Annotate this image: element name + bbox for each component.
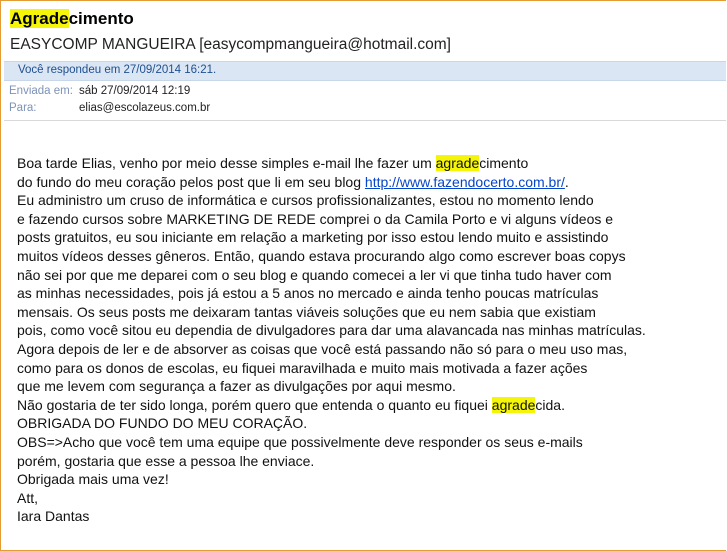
body-line: muitos vídeos desses gêneros. Então, qua…: [17, 247, 626, 264]
sender[interactable]: EASYCOMP MANGUEIRA [easycompmangueira@ho…: [10, 36, 451, 54]
info-bar-text: Você respondeu em 27/09/2014 16:21.: [18, 64, 217, 76]
header-divider: [4, 120, 726, 121]
body-line: do fundo do meu coração pelos post que l…: [17, 173, 569, 190]
body-line: porém, gostaria que esse a pessoa lhe en…: [17, 452, 315, 469]
to-recipient[interactable]: elias@escolazeus.com.br: [79, 102, 210, 114]
search-highlight: agrade: [435, 155, 480, 171]
sent-value: sáb 27/09/2014 12:19: [79, 85, 191, 97]
body-line: mensais. Os seus posts me deixaram tanta…: [17, 303, 596, 320]
body-line: pois, como você sitou eu dependia de div…: [17, 322, 646, 339]
body-line: não sei por que me deparei com o seu blo…: [17, 266, 612, 283]
body-line: as minhas necessidades, pois já estou a …: [17, 285, 599, 302]
body-line: posts gratuitos, eu sou iniciante em rel…: [17, 229, 609, 246]
body-line: como para os donos de escolas, eu fiquei…: [17, 359, 588, 376]
info-bar[interactable]: Você respondeu em 27/09/2014 16:21.: [4, 61, 726, 81]
blog-link[interactable]: http://www.fazendocerto.com.br/: [365, 174, 565, 190]
body-line: e fazendo cursos sobre MARKETING DE REDE…: [17, 210, 614, 227]
body-line: Boa tarde Elias, venho por meio desse si…: [17, 155, 529, 171]
search-highlight: agrade: [491, 396, 536, 413]
body-line: OBRIGADA DO FUNDO DO MEU CORAÇÃO.: [17, 415, 308, 432]
to-label: Para:: [9, 102, 37, 114]
body-line: Não gostaria de ter sido longa, porém qu…: [17, 396, 565, 413]
body-line: Att,: [17, 489, 39, 506]
body-line: OBS=>Acho que você tem uma equipe que po…: [17, 433, 583, 450]
message-subject: Agradecimento: [10, 9, 134, 28]
signature: Iara Dantas: [17, 508, 90, 525]
body-line: Eu administro um cruso de informática e …: [17, 192, 594, 209]
body-line: que me levem com segurança a fazer as di…: [17, 378, 456, 395]
message-body: Boa tarde Elias, venho por meio desse si…: [17, 154, 722, 526]
sent-label: Enviada em:: [9, 85, 73, 97]
body-line: Obrigada mais uma vez!: [17, 471, 169, 488]
body-line: Agora depois de ler e de absorver as coi…: [17, 340, 628, 357]
search-highlight: Agrade: [10, 9, 69, 28]
